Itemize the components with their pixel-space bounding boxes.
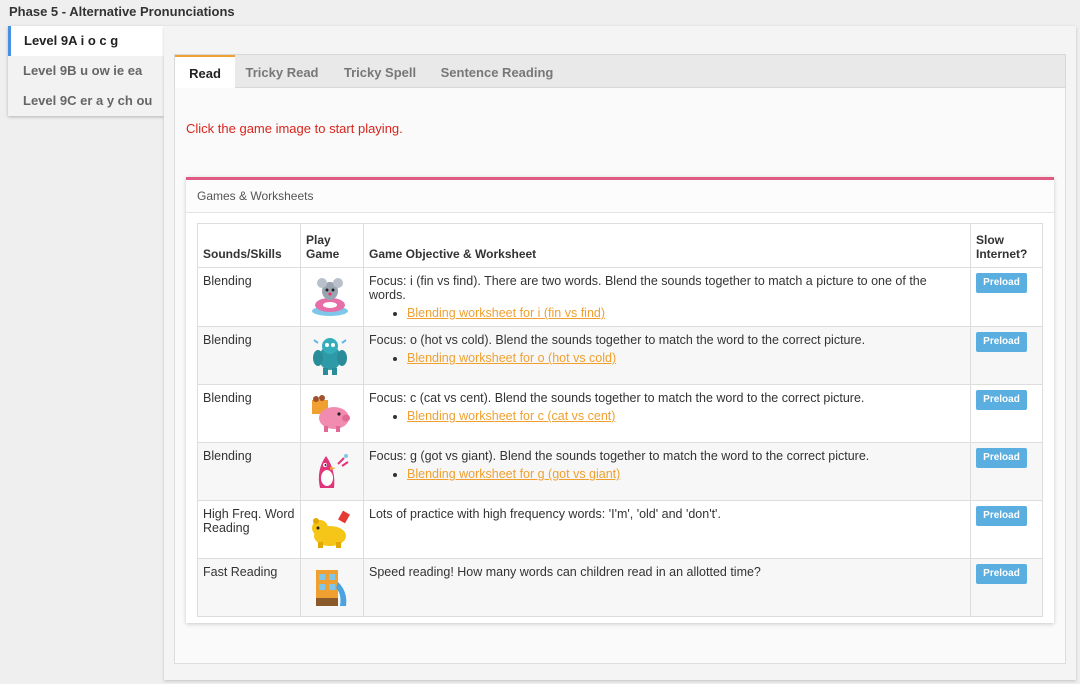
objective-text: Focus: o (hot vs cold). Blend the sounds… (369, 333, 866, 347)
preload-button[interactable]: Preload (976, 332, 1027, 352)
level-list: Level 9A i o c g Level 9B u ow ie ea Lev… (8, 26, 164, 116)
play-game-cell[interactable] (300, 442, 364, 501)
tab-tricky-spell[interactable]: Tricky Spell (331, 55, 429, 88)
tab-sentence-reading[interactable]: Sentence Reading (433, 55, 561, 88)
row-objective: Focus: c (cat vs cent). Blend the sounds… (363, 384, 971, 443)
objective-text: Focus: i (fin vs find). There are two wo… (369, 274, 927, 302)
header-objective: Game Objective & Worksheet (363, 223, 971, 268)
row-objective: Focus: o (hot vs cold). Blend the sounds… (363, 326, 971, 385)
table-row: Blending Focus: o (hot vs cold). Blend t… (197, 326, 1043, 385)
slow-internet-cell: Preload (970, 384, 1043, 443)
row-skill: Fast Reading (197, 558, 301, 617)
games-table: Sounds/Skills Play Game Game Objective &… (197, 223, 1043, 617)
yellow-bear-icon[interactable] (306, 506, 354, 552)
phase-title: Phase 5 - Alternative Pronunciations (9, 4, 235, 19)
play-game-cell[interactable] (300, 267, 364, 327)
preload-button[interactable]: Preload (976, 273, 1027, 293)
worksheet-link[interactable]: Blending worksheet for c (cat vs cent) (407, 409, 615, 423)
preload-button[interactable]: Preload (976, 390, 1027, 410)
row-skill: Blending (197, 267, 301, 327)
instruction-text: Click the game image to start playing. (186, 121, 403, 136)
worksheet-link[interactable]: Blending worksheet for i (fin vs find) (407, 306, 605, 320)
worksheet-link[interactable]: Blending worksheet for g (got vs giant) (407, 467, 620, 481)
row-objective: Focus: g (got vs giant). Blend the sound… (363, 442, 971, 501)
slow-internet-cell: Preload (970, 326, 1043, 385)
row-skill: Blending (197, 442, 301, 501)
pink-bird-icon[interactable] (306, 448, 354, 494)
blue-monster-icon[interactable] (306, 332, 354, 378)
header-slow-internet: Slow Internet? (970, 223, 1043, 268)
row-skill: Blending (197, 326, 301, 385)
level-item-9a[interactable]: Level 9A i o c g (8, 26, 164, 56)
mouse-on-ring-icon[interactable] (306, 273, 354, 319)
slow-internet-cell: Preload (970, 500, 1043, 559)
slow-internet-cell: Preload (970, 442, 1043, 501)
row-objective: Focus: i (fin vs find). There are two wo… (363, 267, 971, 327)
table-row: High Freq. Word Reading Lots of practice… (197, 500, 1043, 559)
building-slide-icon[interactable] (306, 564, 354, 610)
row-objective: Speed reading! How many words can childr… (363, 558, 971, 617)
objective-text: Lots of practice with high frequency wor… (369, 507, 721, 521)
play-game-cell[interactable] (300, 558, 364, 617)
table-row: Fast Reading Speed reading! How many wor… (197, 558, 1043, 617)
table-row: Blending Focus: i (fin vs find). There a… (197, 267, 1043, 327)
play-game-cell[interactable] (300, 384, 364, 443)
play-game-cell[interactable] (300, 500, 364, 559)
preload-button[interactable]: Preload (976, 506, 1027, 526)
pink-pig-icon[interactable] (306, 390, 354, 436)
row-skill: Blending (197, 384, 301, 443)
tab-read[interactable]: Read (175, 55, 235, 89)
slow-internet-cell: Preload (970, 558, 1043, 617)
table-row: Blending Focus: g (got vs giant). Blend … (197, 442, 1043, 501)
slow-internet-cell: Preload (970, 267, 1043, 327)
table-row: Blending Focus: c (cat vs cent). Blend t… (197, 384, 1043, 443)
row-skill: High Freq. Word Reading (197, 500, 301, 559)
level-item-9c[interactable]: Level 9C er a y ch ou (8, 86, 164, 116)
preload-button[interactable]: Preload (976, 564, 1027, 584)
objective-text: Focus: c (cat vs cent). Blend the sounds… (369, 391, 865, 405)
preload-button[interactable]: Preload (976, 448, 1027, 468)
level-item-9b[interactable]: Level 9B u ow ie ea (8, 56, 164, 86)
objective-text: Focus: g (got vs giant). Blend the sound… (369, 449, 870, 463)
play-game-cell[interactable] (300, 326, 364, 385)
games-panel-title: Games & Worksheets (186, 180, 1054, 213)
header-play-game: Play Game (300, 223, 364, 268)
games-worksheets-panel: Games & Worksheets Sounds/Skills Play Ga… (186, 177, 1054, 623)
tab-tricky-read[interactable]: Tricky Read (237, 55, 327, 88)
objective-text: Speed reading! How many words can childr… (369, 565, 761, 579)
row-objective: Lots of practice with high frequency wor… (363, 500, 971, 559)
header-sounds-skills: Sounds/Skills (197, 223, 301, 268)
tab-bar: Read Tricky Read Tricky Spell Sentence R… (174, 54, 1066, 89)
worksheet-link[interactable]: Blending worksheet for o (hot vs cold) (407, 351, 616, 365)
